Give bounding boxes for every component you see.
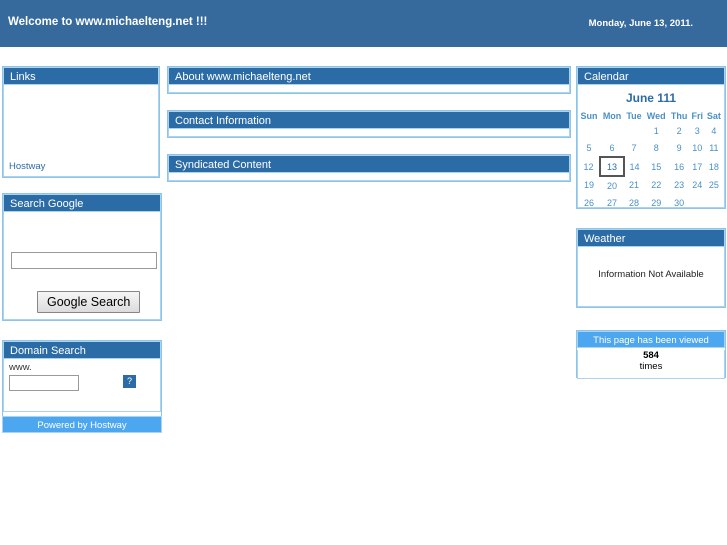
about-panel-header: About www.michaelteng.net [168, 67, 570, 85]
calendar-weekday-fri: Fri [691, 111, 704, 121]
hostway-link[interactable]: Hostway [9, 161, 45, 172]
links-panel-header: Links [3, 67, 159, 85]
calendar-day-13[interactable]: 13 [599, 156, 626, 177]
calendar-day-23[interactable]: 23 [668, 176, 689, 194]
contact-information-body [168, 129, 570, 137]
calendar-empty-cell [578, 122, 600, 139]
calendar-weekday-row: Sun Mon Tue Wed Thu Fri Sat [578, 110, 723, 122]
calendar-day-17[interactable]: 17 [690, 157, 705, 176]
calendar-day-6[interactable]: 6 [600, 139, 624, 157]
banner-title: Welcome to www.michaelteng.net !!! [8, 16, 208, 28]
powered-by-hostway-footer: Powered by Hostway [2, 416, 162, 433]
calendar-week-row: 26 27 28 29 30 [578, 194, 723, 211]
calendar-weekday-wed: Wed [646, 111, 666, 121]
calendar-weekday-mon: Mon [602, 111, 622, 121]
weather-message: Information Not Available [598, 269, 704, 280]
calendar-weekday-sun: Sun [580, 111, 598, 121]
calendar-day-8[interactable]: 8 [644, 139, 668, 157]
calendar-day-1[interactable]: 1 [644, 122, 668, 139]
broken-image-icon[interactable]: ? [122, 374, 137, 389]
page-counter-header: This page has been viewed [577, 331, 725, 348]
weather-panel-header: Weather [577, 229, 725, 247]
domain-search-header: Domain Search [3, 341, 161, 359]
calendar-weekday-sat: Sat [706, 111, 721, 121]
calendar-week-row: 5 6 7 8 9 10 11 [578, 139, 723, 157]
calendar-weekday-thu: Thu [670, 111, 688, 121]
google-search-input[interactable] [11, 252, 157, 269]
calendar-day-18[interactable]: 18 [705, 157, 723, 176]
calendar-week-row: 1234 [578, 122, 723, 139]
syndicated-content-panel: Syndicated Content [167, 154, 571, 182]
calendar-day-4[interactable]: 4 [705, 122, 723, 139]
search-google-panel: Search Google Google Search [2, 193, 162, 321]
about-panel-body [168, 85, 570, 93]
calendar-day-21[interactable]: 21 [624, 176, 644, 194]
google-search-button[interactable]: Google Search [37, 291, 141, 313]
weather-panel-body: Information Not Available [577, 247, 725, 307]
calendar-day-14[interactable]: 14 [624, 157, 644, 176]
banner-date: Monday, June 13, 2011. [588, 18, 693, 29]
calendar-day-11[interactable]: 11 [705, 139, 723, 157]
about-panel: About www.michaelteng.net [167, 66, 571, 94]
search-google-body: Google Search [3, 212, 161, 320]
calendar-day-7[interactable]: 7 [624, 139, 644, 157]
calendar-day-2[interactable]: 2 [668, 122, 689, 139]
calendar-day-28[interactable]: 28 [624, 194, 644, 211]
calendar-day-9[interactable]: 9 [668, 139, 689, 157]
calendar-empty-cell [624, 122, 644, 139]
domain-search-body: www. ? [3, 359, 161, 412]
syndicated-content-header: Syndicated Content [168, 155, 570, 173]
calendar-empty-cell [600, 122, 624, 139]
search-google-header: Search Google [3, 194, 161, 212]
calendar-empty-cell [690, 194, 705, 211]
calendar-day-25[interactable]: 25 [705, 176, 723, 194]
calendar-day-10[interactable]: 10 [690, 139, 705, 157]
calendar-empty-cell [705, 194, 723, 211]
calendar-week-row: 12 13 14 15 16 17 18 [578, 156, 723, 177]
page-counter-count: 584 [643, 350, 659, 361]
calendar-month-title: June 111 [625, 91, 677, 105]
calendar-day-20[interactable]: 20 [600, 176, 624, 194]
calendar-panel: Calendar June 111 Sun Mon Tue Wed Thu Fri Sat … [576, 66, 726, 209]
calendar-day-16[interactable]: 16 [668, 157, 689, 176]
contact-information-header: Contact Information [168, 111, 570, 129]
www-prefix-label: www. [9, 362, 32, 373]
contact-information-panel: Contact Information [167, 110, 571, 138]
calendar-weekday-tue: Tue [626, 111, 642, 121]
calendar-day-15[interactable]: 15 [644, 157, 668, 176]
calendar-day-29[interactable]: 29 [644, 194, 668, 211]
site-banner: Welcome to www.michaelteng.net !!! Monda… [0, 0, 727, 47]
page-counter-unit: times [639, 361, 663, 372]
calendar-day-5[interactable]: 5 [578, 139, 600, 157]
calendar-day-27[interactable]: 27 [600, 194, 624, 211]
links-panel-body: Hostway [3, 85, 159, 177]
calendar-day-3[interactable]: 3 [690, 122, 705, 139]
calendar-day-24[interactable]: 24 [690, 176, 705, 194]
calendar-day-26[interactable]: 26 [578, 194, 600, 211]
calendar-day-12[interactable]: 12 [578, 157, 600, 176]
calendar-day-22[interactable]: 22 [644, 176, 668, 194]
calendar-grid: Sun Mon Tue Wed Thu Fri Sat 1 2 3 4 5 6 7 8 9 10 11 12 13 1… [578, 110, 724, 211]
page-counter-body: 584 times [577, 350, 725, 379]
weather-panel: Weather Information Not Available [576, 228, 726, 308]
calendar-panel-body: June 111 Sun Mon Tue Wed Thu Fri Sat 123456789… [577, 85, 725, 208]
syndicated-content-body [168, 173, 570, 181]
calendar-week-row: 19 20 21 22 23 24 25 [578, 176, 723, 194]
calendar-day-19[interactable]: 19 [578, 176, 600, 194]
links-panel: Links Hostway [2, 66, 160, 178]
calendar-day-30[interactable]: 30 [668, 194, 689, 211]
page-counter-panel: This page has been viewed 584 times [576, 330, 726, 379]
domain-search-input[interactable] [9, 375, 79, 391]
calendar-panel-header: Calendar [577, 67, 725, 85]
